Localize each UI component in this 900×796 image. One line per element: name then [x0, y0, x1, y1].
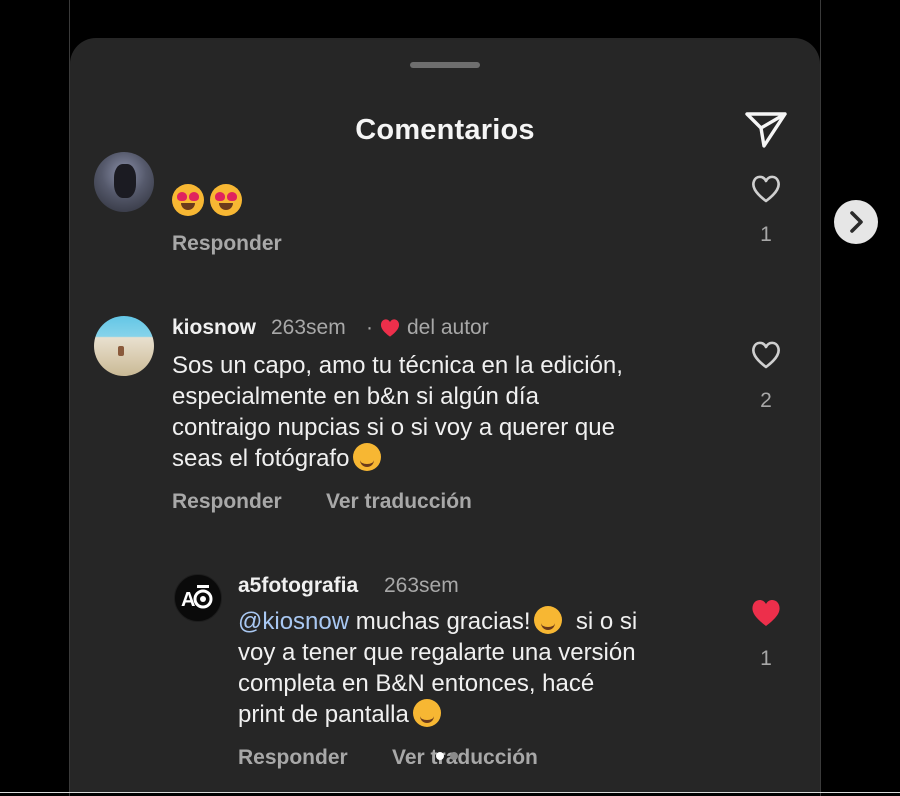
carousel-dot-active	[436, 752, 444, 760]
share-paper-plane-icon[interactable]	[742, 106, 790, 154]
comment-time: 263sem	[271, 316, 346, 339]
relieved-emoji-icon	[534, 606, 563, 634]
like-count: 1	[760, 647, 772, 670]
like-count: 2	[760, 389, 772, 412]
reply-button[interactable]: Responder	[238, 746, 348, 770]
meta-separator: ·	[366, 316, 373, 339]
see-translation-button[interactable]: Ver traducción	[392, 746, 538, 770]
liked-by-author-label: del autor	[407, 316, 489, 339]
sheet-title: Comentarios	[355, 114, 535, 146]
carousel-indicator	[436, 752, 458, 760]
avatar[interactable]: A	[174, 574, 222, 622]
heart-eyes-emoji-icon	[210, 184, 242, 216]
screen: Comentarios Responder 1 kiosnow 263sem ·	[0, 0, 900, 796]
comment-text: Sos un capo, amo tu técnica en la edició…	[172, 352, 623, 472]
drag-handle[interactable]	[410, 62, 480, 68]
comment-username[interactable]: kiosnow	[172, 316, 256, 340]
next-post-button[interactable]	[834, 200, 878, 244]
svg-text:A: A	[181, 589, 195, 611]
see-translation-button[interactable]: Ver traducción	[326, 490, 472, 514]
heart-filled-icon	[752, 599, 780, 626]
heart-outline-icon	[752, 175, 780, 203]
heart-outline-icon	[752, 341, 780, 369]
chevron-right-icon	[850, 211, 863, 233]
liked-by-author-badge: del autor	[379, 316, 489, 340]
carousel-dot	[450, 752, 458, 760]
bottom-divider	[0, 792, 900, 793]
like-count: 1	[760, 223, 772, 246]
avatar[interactable]	[94, 316, 154, 376]
heart-eyes-emoji-icon	[172, 184, 204, 216]
reply-button[interactable]: Responder	[172, 490, 282, 514]
comment-emojis	[172, 184, 242, 216]
comment-time: 263sem	[384, 574, 459, 597]
like-button[interactable]: 1	[746, 174, 786, 247]
mention-link[interactable]: @kiosnow	[238, 608, 349, 635]
reply-button[interactable]: Responder	[172, 232, 282, 256]
a5-logo-icon: A	[181, 585, 213, 611]
smiling-emoji-icon	[353, 443, 382, 471]
comment-text: @kiosnow muchas gracias! si o si voy a t…	[238, 606, 638, 728]
comments-sheet: Comentarios Responder 1 kiosnow 263sem ·	[70, 38, 820, 792]
frame-divider-right	[820, 0, 821, 796]
grinning-emoji-icon	[412, 699, 441, 727]
heart-filled-icon	[380, 319, 400, 337]
comment-username[interactable]: a5fotografia	[238, 574, 358, 598]
like-button[interactable]: 2	[746, 340, 786, 413]
like-button[interactable]: 1	[746, 598, 786, 671]
avatar[interactable]	[94, 152, 154, 212]
